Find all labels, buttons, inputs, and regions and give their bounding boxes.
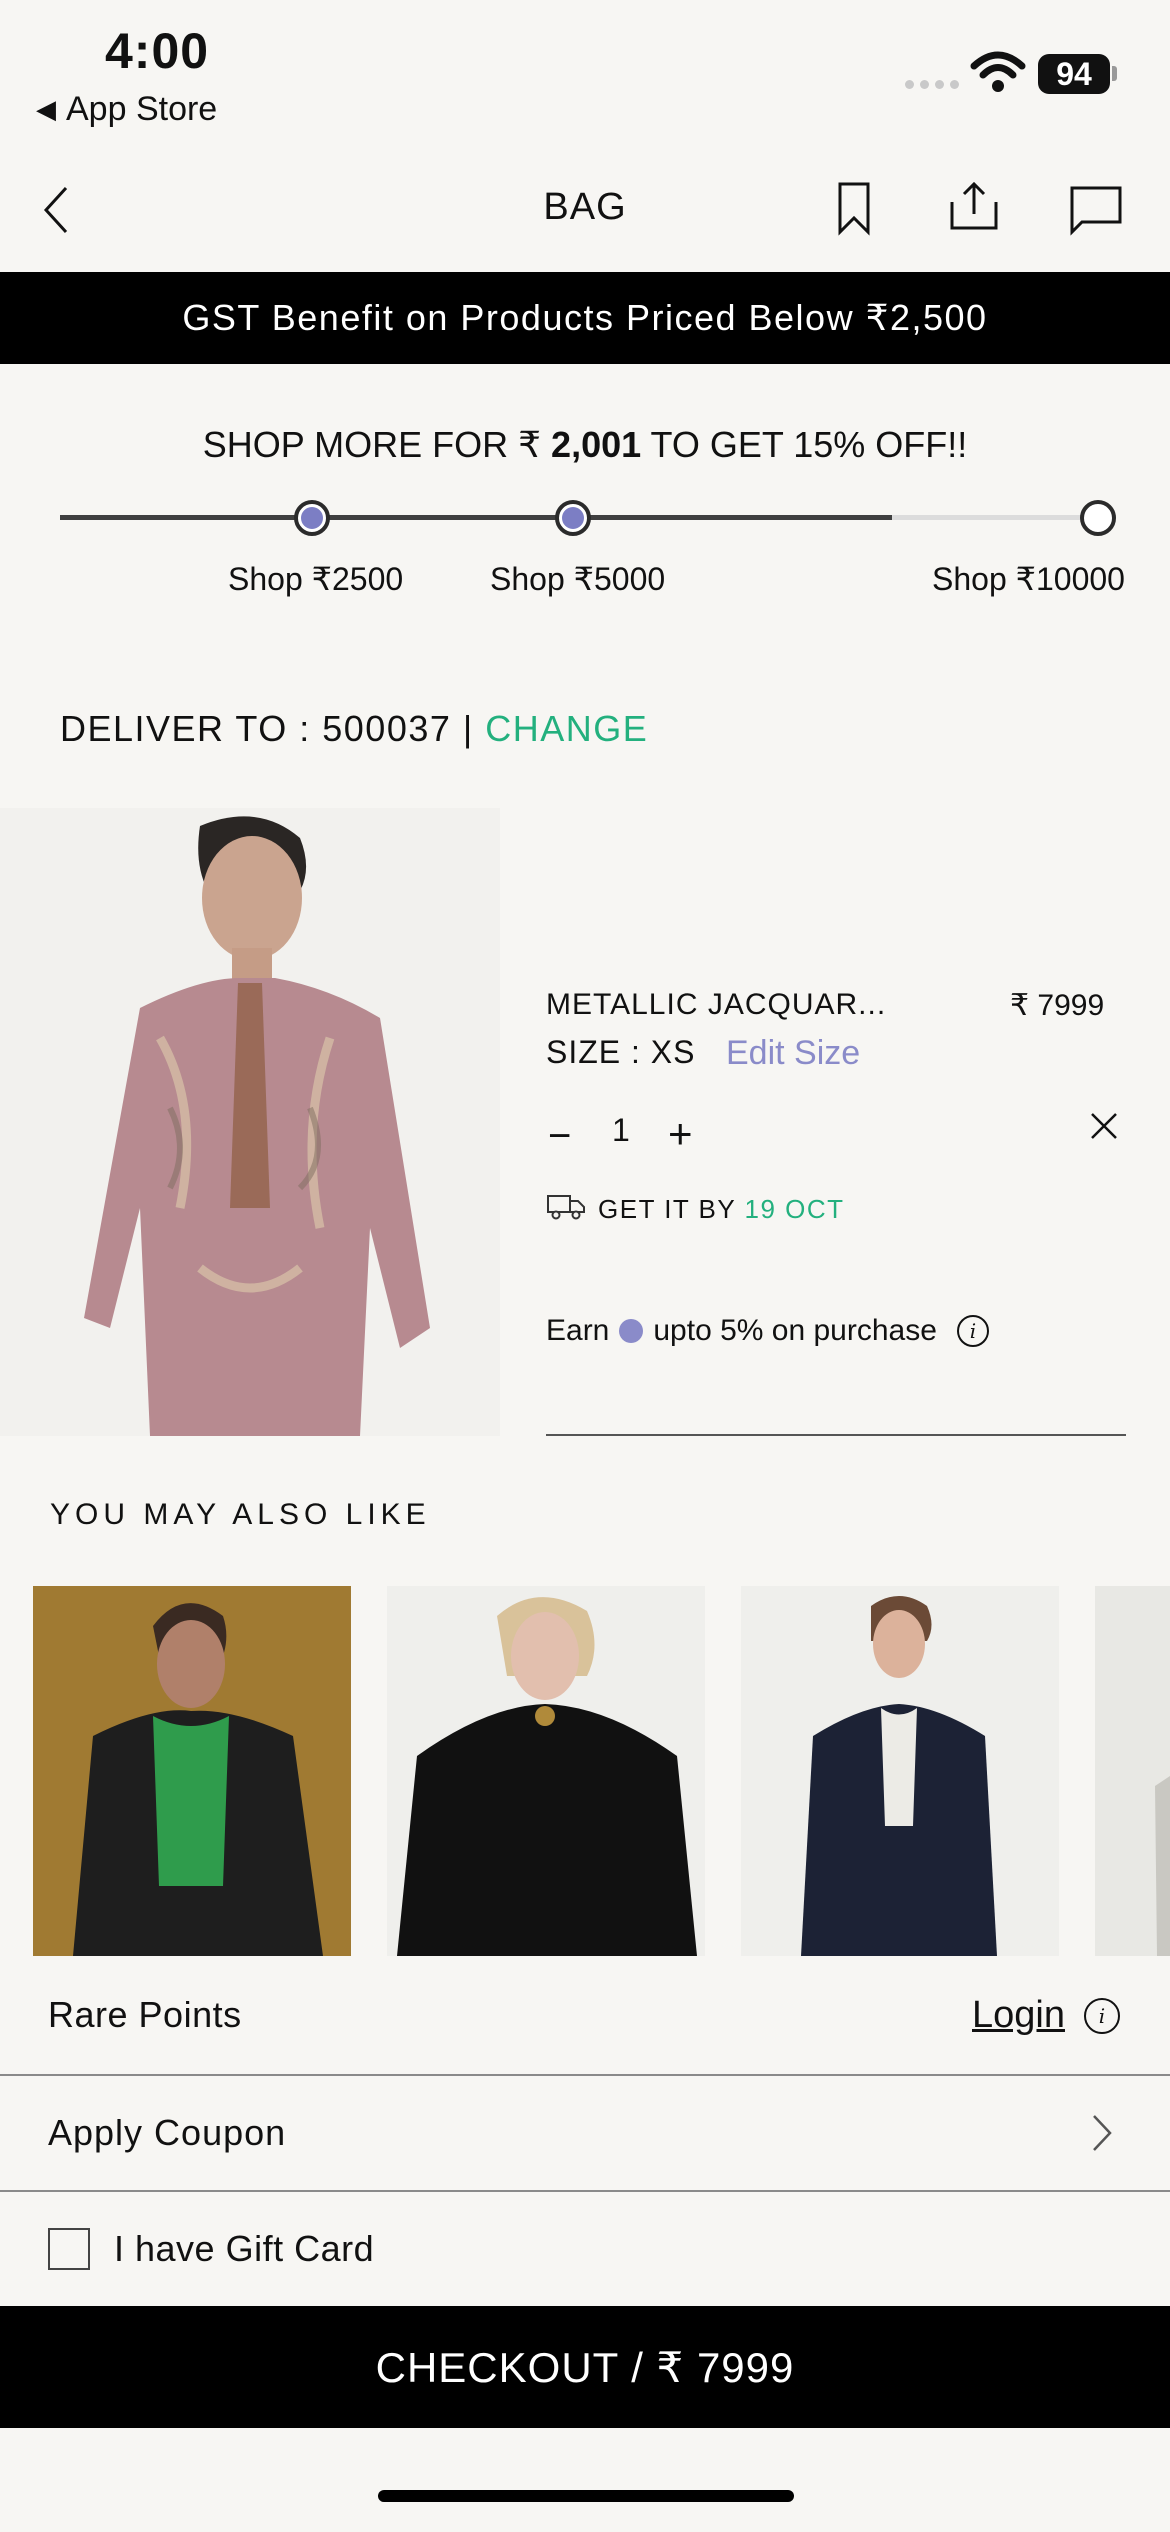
delivery-estimate: GET IT BY 19 OCT — [598, 1194, 845, 1225]
remove-item-icon[interactable] — [1088, 1110, 1120, 1142]
wifi-icon — [970, 51, 1026, 92]
back-triangle-icon: ◀ — [36, 94, 56, 124]
apply-coupon-button[interactable]: Apply Coupon — [48, 2112, 286, 2154]
quantity-increase-button[interactable]: + — [668, 1110, 693, 1158]
info-icon[interactable]: i — [956, 1315, 989, 1347]
gift-card-checkbox[interactable] — [48, 2228, 90, 2270]
gift-card-label[interactable]: I have Gift Card — [114, 2228, 374, 2270]
chevron-right-icon[interactable] — [1090, 2112, 1114, 2154]
recommendation-card[interactable] — [741, 1586, 1059, 1956]
deliver-label: DELIVER TO : 500037 — [60, 708, 452, 749]
login-link[interactable]: Login — [972, 1994, 1065, 2037]
signal-icon — [905, 80, 959, 89]
battery-indicator: 94 — [1038, 54, 1110, 94]
milestone-dot-5000 — [555, 500, 591, 536]
offer-prefix: SHOP MORE FOR ₹ — [202, 424, 552, 465]
bookmark-icon[interactable] — [826, 178, 882, 238]
home-indicator — [378, 2490, 794, 2502]
divider — [0, 2190, 1170, 2192]
deliver-to: DELIVER TO : 500037 | CHANGE — [60, 708, 648, 750]
milestone-dot-2500 — [294, 500, 330, 536]
status-time: 4:00 — [105, 23, 210, 79]
battery-cap — [1112, 66, 1117, 81]
offer-progress-fill — [60, 515, 892, 520]
share-icon[interactable] — [946, 178, 1002, 238]
rare-points-label: Rare Points — [48, 1994, 242, 2035]
rare-coin-icon — [619, 1319, 644, 1343]
recommendation-card[interactable] — [1095, 1586, 1170, 1956]
milestone-label: Shop ₹2500 — [228, 561, 404, 597]
earn-suffix: upto 5% on purchase — [653, 1314, 937, 1347]
deliver-separator: | — [462, 708, 474, 749]
product-image[interactable] — [0, 808, 500, 1436]
milestone-label: Shop ₹5000 — [490, 561, 666, 597]
product-size: SIZE : XS — [546, 1034, 696, 1070]
milestone-dot-10000 — [1080, 500, 1116, 536]
rare-points-info-icon[interactable]: i — [1084, 1998, 1120, 2034]
earn-prefix: Earn — [546, 1314, 610, 1347]
earn-points: Earn upto 5% on purchase i — [546, 1314, 989, 1348]
gst-banner: GST Benefit on Products Priced Below ₹2,… — [0, 272, 1170, 364]
back-to-app-store[interactable]: ◀ App Store — [36, 90, 217, 129]
delivery-date: 19 OCT — [744, 1194, 845, 1224]
delivery-estimate-label: GET IT BY — [598, 1194, 745, 1224]
product-price: ₹ 7999 — [1010, 989, 1105, 1022]
recommendation-card[interactable] — [387, 1586, 705, 1956]
milestone-label: Shop ₹10000 — [932, 561, 1125, 597]
divider — [0, 2074, 1170, 2076]
checkout-button[interactable]: CHECKOUT / ₹ 7999 — [0, 2306, 1170, 2428]
chat-icon[interactable] — [1068, 178, 1124, 238]
offer-amount: 2,001 — [551, 424, 642, 465]
recommendations-title: YOU MAY ALSO LIKE — [50, 1498, 431, 1531]
back-app-label: App Store — [66, 90, 218, 128]
quantity-decrease-button[interactable]: − — [548, 1114, 571, 1159]
quantity-value: 1 — [612, 1112, 630, 1148]
offer-message: SHOP MORE FOR ₹ 2,001 TO GET 15% OFF!! — [0, 424, 1170, 466]
change-pincode-link[interactable]: CHANGE — [485, 708, 648, 749]
edit-size-link[interactable]: Edit Size — [726, 1034, 860, 1073]
divider — [546, 1434, 1126, 1436]
offer-suffix: TO GET 15% OFF!! — [641, 424, 968, 465]
recommendation-card[interactable] — [33, 1586, 351, 1956]
delivery-truck-icon — [547, 1195, 585, 1220]
product-name[interactable]: METALLIC JACQUAR... — [546, 988, 886, 1022]
